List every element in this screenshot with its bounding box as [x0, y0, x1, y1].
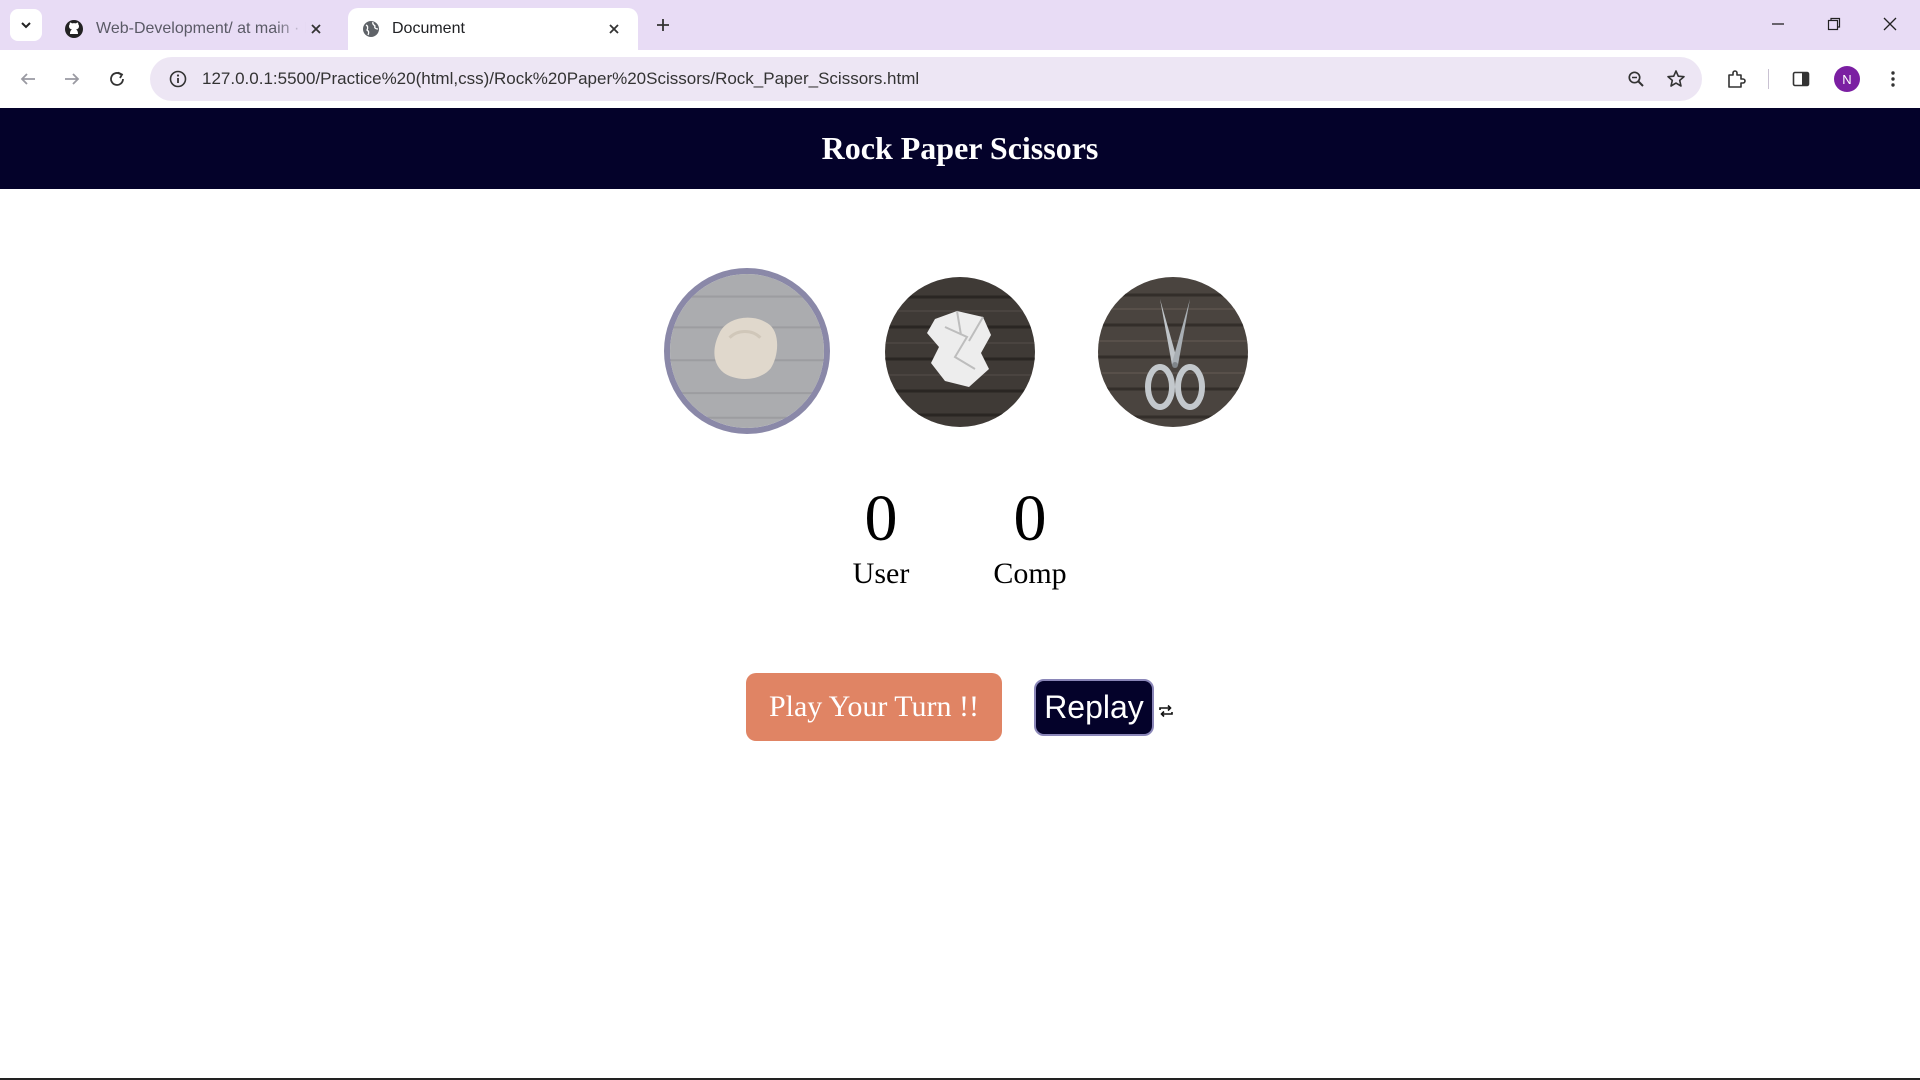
url-text[interactable]: 127.0.0.1:5500/Practice%20(html,css)/Roc…	[202, 69, 1616, 89]
globe-icon	[363, 21, 379, 37]
puzzle-icon	[1728, 70, 1746, 88]
minimize-button[interactable]	[1758, 8, 1798, 40]
github-icon	[65, 20, 83, 38]
app-header: Rock Paper Scissors	[0, 108, 1920, 189]
restore-button[interactable]	[1814, 8, 1854, 40]
extensions-button[interactable]	[1721, 64, 1751, 94]
browser-toolbar: 127.0.0.1:5500/Practice%20(html,css)/Roc…	[0, 50, 1920, 108]
plus-icon	[657, 19, 669, 31]
play-turn-button[interactable]: Play Your Turn !!	[746, 673, 1002, 741]
profile-avatar[interactable]: N	[1834, 66, 1860, 92]
restore-icon	[1827, 17, 1841, 31]
tab-search-button[interactable]	[10, 9, 42, 41]
tab-github[interactable]: Web-Development/ at main · N	[50, 8, 340, 50]
profile-initial: N	[1842, 71, 1852, 87]
choice-paper[interactable]	[885, 277, 1035, 427]
new-tab-button[interactable]	[650, 12, 676, 38]
reload-button[interactable]	[102, 64, 132, 94]
close-tab-icon[interactable]	[306, 19, 326, 39]
choice-rock[interactable]	[664, 268, 830, 434]
rock-image	[670, 274, 824, 428]
user-score-value: 0	[864, 482, 898, 555]
comp-score-value: 0	[1013, 482, 1047, 555]
bookmark-star-icon[interactable]	[1656, 59, 1696, 99]
arrow-left-icon	[20, 73, 35, 85]
comp-score: 0 Comp	[955, 484, 1105, 592]
site-info-icon[interactable]	[156, 57, 200, 101]
tab-title: Web-Development/ at main · N	[96, 20, 306, 37]
close-icon	[1883, 17, 1897, 31]
toolbar-divider	[1768, 69, 1769, 89]
page-title: Rock Paper Scissors	[821, 130, 1099, 166]
side-panel-icon	[1792, 71, 1810, 87]
browser-menu-button[interactable]	[1878, 64, 1908, 94]
reload-icon	[110, 71, 124, 86]
side-panel-button[interactable]	[1786, 64, 1816, 94]
chevron-down-icon	[21, 22, 31, 29]
repeat-icon	[1157, 700, 1175, 722]
more-vertical-icon	[1891, 71, 1895, 87]
minimize-icon	[1772, 23, 1784, 25]
browser-tab-strip: Web-Development/ at main · N Document	[0, 0, 1920, 50]
forward-button[interactable]	[57, 64, 87, 94]
tab-document[interactable]: Document	[348, 8, 638, 50]
back-button[interactable]	[13, 64, 43, 94]
choice-scissors[interactable]	[1098, 277, 1248, 427]
arrow-right-icon	[65, 73, 80, 85]
close-tab-icon[interactable]	[604, 19, 624, 39]
replay-button[interactable]: Replay	[1034, 679, 1154, 736]
user-score: 0 User	[806, 484, 956, 592]
tab-title: Document	[392, 20, 465, 37]
zoom-icon[interactable]	[1616, 59, 1656, 99]
user-score-label: User	[852, 557, 910, 590]
close-window-button[interactable]	[1870, 8, 1910, 40]
paper-image	[885, 277, 1035, 427]
address-bar[interactable]: 127.0.0.1:5500/Practice%20(html,css)/Roc…	[150, 57, 1702, 101]
comp-score-label: Comp	[993, 557, 1067, 590]
scissors-image	[1098, 277, 1248, 427]
